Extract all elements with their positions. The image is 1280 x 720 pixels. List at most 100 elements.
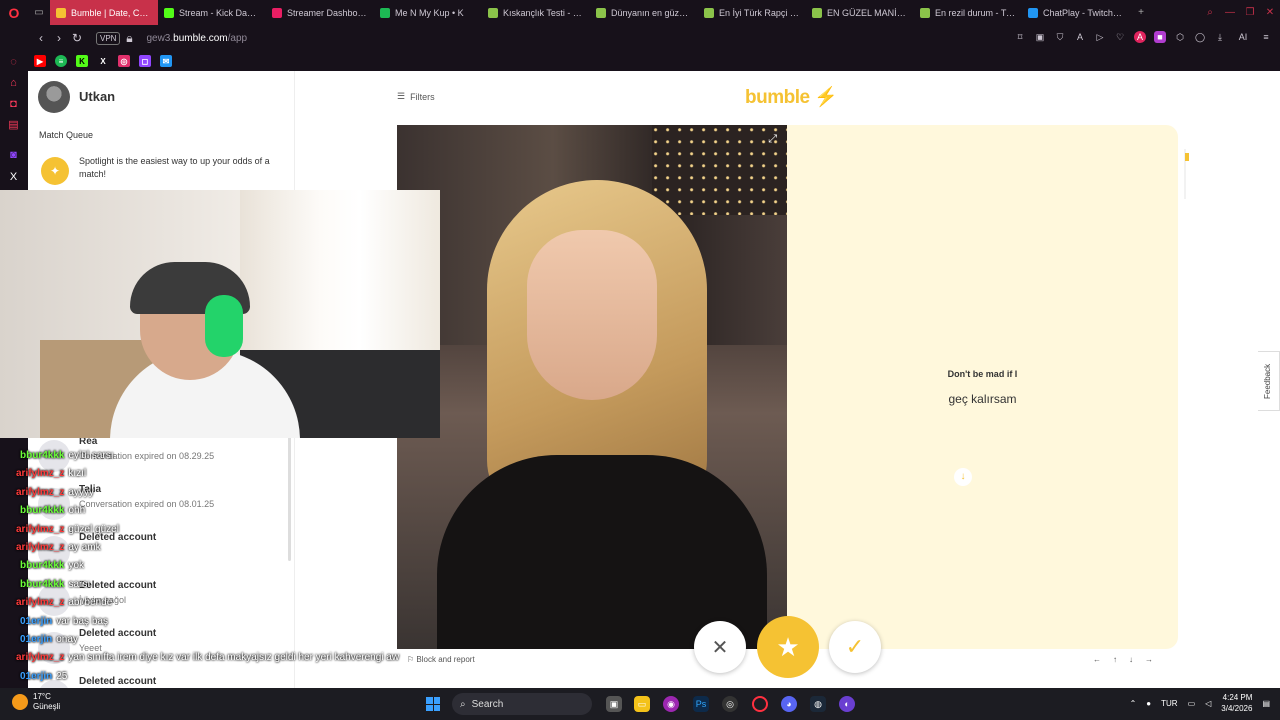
weather-widget[interactable]: 17°C Güneşli: [12, 692, 60, 712]
browser-tab[interactable]: ChatPlay - Twitch & K: [1022, 0, 1130, 25]
profile-photo[interactable]: ⤢: [397, 125, 787, 649]
browser-tab[interactable]: En rezil durum - Tier: [914, 0, 1022, 25]
forward-icon[interactable]: ›: [50, 31, 68, 45]
chat-text: ay amk: [68, 542, 101, 553]
browser-tab[interactable]: En İyi Türk Rapçi - Tie: [698, 0, 806, 25]
kick-icon[interactable]: K: [76, 55, 88, 67]
task-view-icon[interactable]: ▣: [606, 696, 622, 712]
window-controls: ⌕ — ❐ ✕: [1200, 0, 1280, 25]
photo-face: [527, 230, 657, 400]
steam-icon[interactable]: ◍: [810, 696, 826, 712]
spotify-icon[interactable]: ≡: [55, 55, 67, 67]
browser-tab[interactable]: EN GÜZEL MANİFES: [806, 0, 914, 25]
notification-icon[interactable]: ▤: [1262, 699, 1270, 708]
sidebar-x-icon[interactable]: X: [7, 171, 20, 184]
workspaces-icon[interactable]: ▭: [28, 0, 50, 25]
scroll-indicator: [1185, 153, 1189, 161]
mail-icon[interactable]: ✉: [160, 55, 172, 67]
extension-purple-icon[interactable]: ■: [1154, 31, 1166, 43]
ai-button[interactable]: AI: [1234, 31, 1252, 43]
lock-icon: 🔒︎: [126, 30, 133, 45]
left-key-hint: ←: [1093, 655, 1101, 664]
shield-icon[interactable]: ⛉: [1054, 31, 1066, 43]
photo-jacket: [437, 455, 767, 649]
tab-favicon-icon: [272, 7, 282, 18]
file-explorer-icon[interactable]: ▭: [634, 696, 650, 712]
minimize-icon[interactable]: —: [1220, 0, 1240, 25]
avatar[interactable]: [38, 81, 70, 113]
browser-tab[interactable]: Stream - Kick Dashboard: [158, 0, 266, 25]
adblock-icon[interactable]: A: [1134, 31, 1146, 43]
translate-icon[interactable]: A: [1074, 31, 1086, 43]
photoshop-icon[interactable]: Ps: [693, 696, 709, 712]
language-indicator[interactable]: TUR: [1161, 699, 1177, 708]
profile-icon[interactable]: ◯: [1194, 31, 1206, 43]
url-field[interactable]: gew3.bumble.com/app: [146, 33, 247, 44]
download-icon[interactable]: ⤓: [1214, 31, 1226, 43]
browser-tab[interactable]: Streamer Dashboard: [266, 0, 374, 25]
superswipe-button[interactable]: ★: [757, 616, 819, 678]
like-button[interactable]: ✓: [829, 621, 881, 673]
maximize-icon[interactable]: ❐: [1240, 0, 1260, 25]
start-button[interactable]: [426, 697, 440, 711]
chat-message: arifylmz_z kızıl: [16, 468, 86, 479]
new-tab-button[interactable]: +: [1130, 0, 1152, 25]
snapshot-icon[interactable]: ▣: [1034, 31, 1046, 43]
close-icon: ✕: [711, 636, 729, 659]
opera-aria-icon[interactable]: ◌: [7, 56, 20, 69]
obs-icon[interactable]: ◎: [722, 696, 738, 712]
chat-text: sarsı: [68, 578, 91, 590]
tab-title: Stream - Kick Dashboard: [179, 7, 260, 18]
app-purple-icon[interactable]: ◉: [663, 696, 679, 712]
profile-name[interactable]: Utkan: [79, 89, 115, 104]
tab-favicon-icon: [596, 7, 606, 18]
opera-taskbar-icon[interactable]: [752, 696, 768, 712]
play-icon[interactable]: ▷: [1094, 31, 1106, 43]
sidebar-twitch-icon[interactable]: ◙: [7, 149, 20, 162]
scroll-down-icon[interactable]: ↓: [954, 468, 972, 486]
vpn-badge[interactable]: VPN: [96, 31, 121, 45]
clock[interactable]: 4:24 PM 3/4/2026: [1221, 692, 1252, 714]
spotlight-text[interactable]: Spotlight is the easiest way to up your …: [79, 155, 289, 181]
news-icon[interactable]: ▤: [7, 119, 20, 132]
x-icon[interactable]: X: [97, 55, 109, 67]
instagram-icon[interactable]: ◎: [118, 55, 130, 67]
shopping-icon[interactable]: ⌂: [7, 77, 20, 90]
bookmark-icon[interactable]: ⌑: [1014, 31, 1026, 43]
tab-title: EN GÜZEL MANİFES: [827, 7, 908, 18]
app-icon[interactable]: ◐: [839, 696, 855, 712]
close-icon[interactable]: ✕: [1260, 0, 1280, 25]
feedback-tab[interactable]: Feedback: [1258, 351, 1280, 411]
chat-message: bbur4kkk ohh: [20, 505, 85, 516]
menu-icon[interactable]: ≡: [1260, 31, 1272, 43]
chat-message: bbur4kkk yok: [20, 560, 84, 571]
spotlight-icon[interactable]: ✦: [41, 157, 69, 185]
reload-icon[interactable]: ↻: [68, 31, 86, 45]
filters-button[interactable]: ☰ Filters: [397, 91, 435, 102]
expand-icon[interactable]: ⤢: [768, 133, 777, 146]
browser-tab[interactable]: Bumble | Date, Chat, Meet: [50, 0, 158, 25]
bumble-logo[interactable]: bumble ⚡: [745, 85, 838, 109]
youtube-icon[interactable]: ▶: [34, 55, 46, 67]
browser-tab[interactable]: Dünyanın en güzel şe: [590, 0, 698, 25]
cam-headset: [205, 295, 243, 357]
extensions-area: ⌑ ▣ ⛉ A ▷ ♡ A ■ ⬡ ◯ ⤓ AI ≡: [1014, 31, 1272, 43]
back-icon[interactable]: ‹: [32, 31, 50, 45]
display-icon[interactable]: ▭: [1188, 699, 1196, 708]
browser-tab[interactable]: Me N My Kup • K: [374, 0, 482, 25]
search-tabs-icon[interactable]: ⌕: [1200, 0, 1220, 25]
mic-icon[interactable]: ●: [1146, 699, 1151, 708]
heart-icon[interactable]: ♡: [1114, 31, 1126, 43]
discord-icon[interactable]: ◕: [781, 696, 797, 712]
taskbar-search[interactable]: ⌕ Search: [452, 693, 592, 715]
volume-icon[interactable]: ◁: [1205, 699, 1211, 708]
opera-logo-icon[interactable]: O: [0, 0, 28, 25]
tray-chevron-icon[interactable]: ⌃: [1130, 699, 1137, 708]
messenger-icon[interactable]: ◘: [7, 98, 20, 111]
browser-tab[interactable]: Kıskançlık Testi - Tier: [482, 0, 590, 25]
pass-button[interactable]: ✕: [694, 621, 746, 673]
extensions-icon[interactable]: ⬡: [1174, 31, 1186, 43]
chat-message: 01erjin onay: [20, 634, 78, 645]
twitch-icon[interactable]: ◻: [139, 55, 151, 67]
filters-label: Filters: [410, 91, 435, 102]
